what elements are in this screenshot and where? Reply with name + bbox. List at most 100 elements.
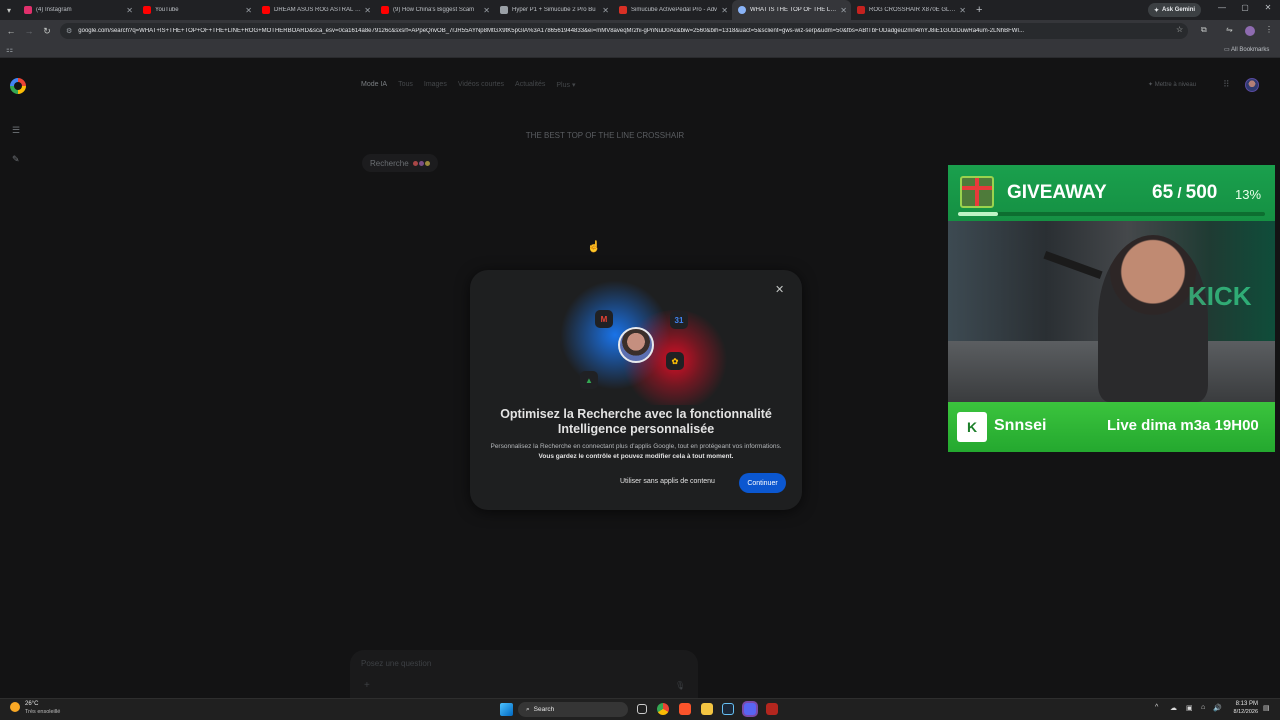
tray-app-icon[interactable]: ▣	[1186, 704, 1193, 712]
menu-icon[interactable]: ⋮	[1265, 25, 1273, 34]
tab-short-videos[interactable]: Vidéos courtes	[458, 81, 504, 89]
clock-date[interactable]: 8/12/2026	[1228, 709, 1258, 715]
simucube-icon	[619, 6, 627, 14]
browser-tab-active[interactable]: WHAT IS THE TOP OF THE LINE ✕	[732, 0, 851, 20]
instagram-icon	[24, 6, 32, 14]
chrome-icon[interactable]	[657, 703, 669, 715]
close-window-icon[interactable]: ✕	[1261, 3, 1275, 12]
close-tab-icon[interactable]: ✕	[840, 6, 847, 15]
browser-tab[interactable]: Hyper P1 + Simucube 2 Pro Bu ✕	[494, 0, 613, 20]
personal-intelligence-dialog: M 31 ✿ ▲ ✕ Optimisez la Recherche avec l…	[470, 270, 802, 510]
windows-taskbar: 26°C Très ensoleillé ⌕ Search ^ ☁ ▣ ⌂ 🔊 8…	[0, 698, 1280, 720]
close-tab-icon[interactable]: ✕	[959, 6, 966, 15]
google-logo[interactable]	[10, 78, 26, 94]
taskbar-search[interactable]: ⌕ Search	[518, 702, 628, 717]
bookmark-star-icon[interactable]: ☆	[1176, 25, 1183, 34]
file-explorer-icon[interactable]	[701, 703, 713, 715]
close-tab-icon[interactable]: ✕	[483, 6, 490, 15]
dialog-body: Personnalisez la Recherche en connectant…	[490, 443, 782, 460]
new-tab-button[interactable]: +	[976, 4, 986, 16]
google-apps-icon[interactable]: ⠿	[1223, 79, 1230, 90]
steam-icon[interactable]	[722, 703, 734, 715]
ask-box[interactable]: Posez une question + 🎙	[350, 650, 698, 698]
mouse-cursor-icon: ☝	[587, 241, 601, 253]
browser-tab[interactable]: ROG CROSSHAIR X870E GLACI ✕	[851, 0, 970, 20]
browser-tab[interactable]: (4) Instagram ✕	[18, 0, 137, 20]
tab-ai-mode[interactable]: Mode IA	[361, 81, 387, 89]
volume-icon[interactable]: 🔊	[1213, 704, 1222, 712]
giveaway-percent: 13%	[1235, 187, 1262, 202]
avatar[interactable]	[1245, 78, 1259, 92]
reload-icon[interactable]: ↻	[38, 26, 56, 37]
downloads-icon[interactable]: ⇋	[1226, 25, 1233, 34]
use-without-apps-button[interactable]: Utiliser sans applis de contenu	[620, 478, 715, 485]
discord-icon[interactable]	[744, 703, 756, 715]
live-banner: K Snnsei Live dima m3a 19H00	[948, 402, 1275, 452]
maximize-icon[interactable]: ▢	[1238, 3, 1252, 12]
weather-sun-icon[interactable]	[10, 702, 20, 712]
browser-tab[interactable]: DREAM ASUS ROG ASTRAL RTX ✕	[256, 0, 375, 20]
network-icon[interactable]: ⌂	[1201, 704, 1205, 711]
upgrade-button[interactable]: ✦ Mettre à niveau	[1148, 81, 1196, 88]
loading-dots-icon	[412, 160, 430, 166]
all-bookmarks-button[interactable]: ▭ All Bookmarks	[1224, 46, 1269, 53]
ask-input[interactable]: Posez une question	[361, 659, 431, 668]
forward-icon[interactable]: →	[20, 26, 38, 36]
youtube-icon	[262, 6, 270, 14]
tab-search-icon[interactable]: ▾	[0, 6, 18, 15]
site-info-icon[interactable]: ⚙	[66, 27, 72, 35]
minimize-icon[interactable]: —	[1215, 3, 1229, 12]
search-icon: ⌕	[526, 705, 530, 713]
tab-more[interactable]: Plus ▾	[556, 81, 575, 89]
profile-icon[interactable]	[1245, 26, 1255, 36]
dialog-illustration: M 31 ✿ ▲	[470, 270, 802, 405]
close-tab-icon[interactable]: ✕	[364, 6, 371, 15]
tray-app-icon[interactable]: ☁	[1170, 704, 1177, 712]
weather-temp[interactable]: 26°C	[25, 701, 38, 707]
query-title: THE BEST TOP OF THE LINE CROSSHAIR	[525, 131, 685, 140]
brave-icon[interactable]	[679, 703, 691, 715]
back-icon[interactable]: ←	[2, 26, 20, 36]
browser-tab[interactable]: (9) How China's Biggest Scam ✕	[375, 0, 494, 20]
live-schedule: Live dima m3a 19H00	[1107, 417, 1259, 434]
app-icon[interactable]	[766, 703, 778, 715]
calendar-icon: 31	[670, 311, 688, 329]
start-icon[interactable]	[500, 703, 513, 716]
mic-arm	[1043, 250, 1103, 280]
close-tab-icon[interactable]: ✕	[602, 6, 609, 15]
close-icon[interactable]: ✕	[775, 283, 784, 296]
notifications-icon[interactable]: ▤	[1263, 704, 1270, 712]
new-chat-icon[interactable]: ✎	[12, 154, 20, 165]
drive-icon: ▲	[580, 371, 598, 389]
tab-news[interactable]: Actualités	[515, 81, 545, 89]
dialog-title: Optimisez la Recherche avec la fonctionn…	[500, 407, 772, 436]
address-bar[interactable]: ⚙ google.com/search?q=WHAT+IS+THE+TOP+OF+…	[60, 23, 1188, 39]
close-tab-icon[interactable]: ✕	[126, 6, 133, 15]
clock-time[interactable]: 8:13 PM	[1228, 701, 1258, 707]
site-icon	[500, 6, 508, 14]
youtube-icon	[381, 6, 389, 14]
gmail-icon: M	[595, 310, 613, 328]
history-menu-icon[interactable]: ☰	[12, 125, 20, 136]
continue-button[interactable]: Continuer	[739, 473, 786, 493]
extensions-icon[interactable]: ⧉	[1201, 25, 1207, 35]
giveaway-count: 65 / 500	[1152, 182, 1218, 203]
close-tab-icon[interactable]: ✕	[245, 6, 252, 15]
browser-tab[interactable]: Simucube ActivePedal Pro - Adv ✕	[613, 0, 732, 20]
tab-strip: ▾ (4) Instagram ✕ YouTube ✕ DREAM ASUS ROG…	[0, 0, 1280, 20]
apps-icon[interactable]: ⚏	[6, 45, 13, 54]
searching-indicator: Recherche	[362, 154, 438, 172]
ask-gemini-button[interactable]: ✦ Ask Gemini	[1148, 3, 1202, 17]
microphone-icon[interactable]: 🎙	[675, 681, 685, 690]
rog-icon	[857, 6, 865, 14]
tab-images[interactable]: Images	[424, 81, 447, 89]
kick-logo-icon: K	[957, 412, 987, 442]
close-tab-icon[interactable]: ✕	[721, 6, 728, 15]
task-view-icon[interactable]	[637, 704, 647, 714]
gift-icon	[960, 176, 994, 208]
browser-tab[interactable]: YouTube ✕	[137, 0, 256, 20]
weather-desc[interactable]: Très ensoleillé	[25, 709, 60, 715]
tab-all[interactable]: Tous	[398, 81, 413, 89]
show-hidden-icons[interactable]: ^	[1155, 704, 1158, 711]
add-icon[interactable]: +	[364, 680, 370, 691]
